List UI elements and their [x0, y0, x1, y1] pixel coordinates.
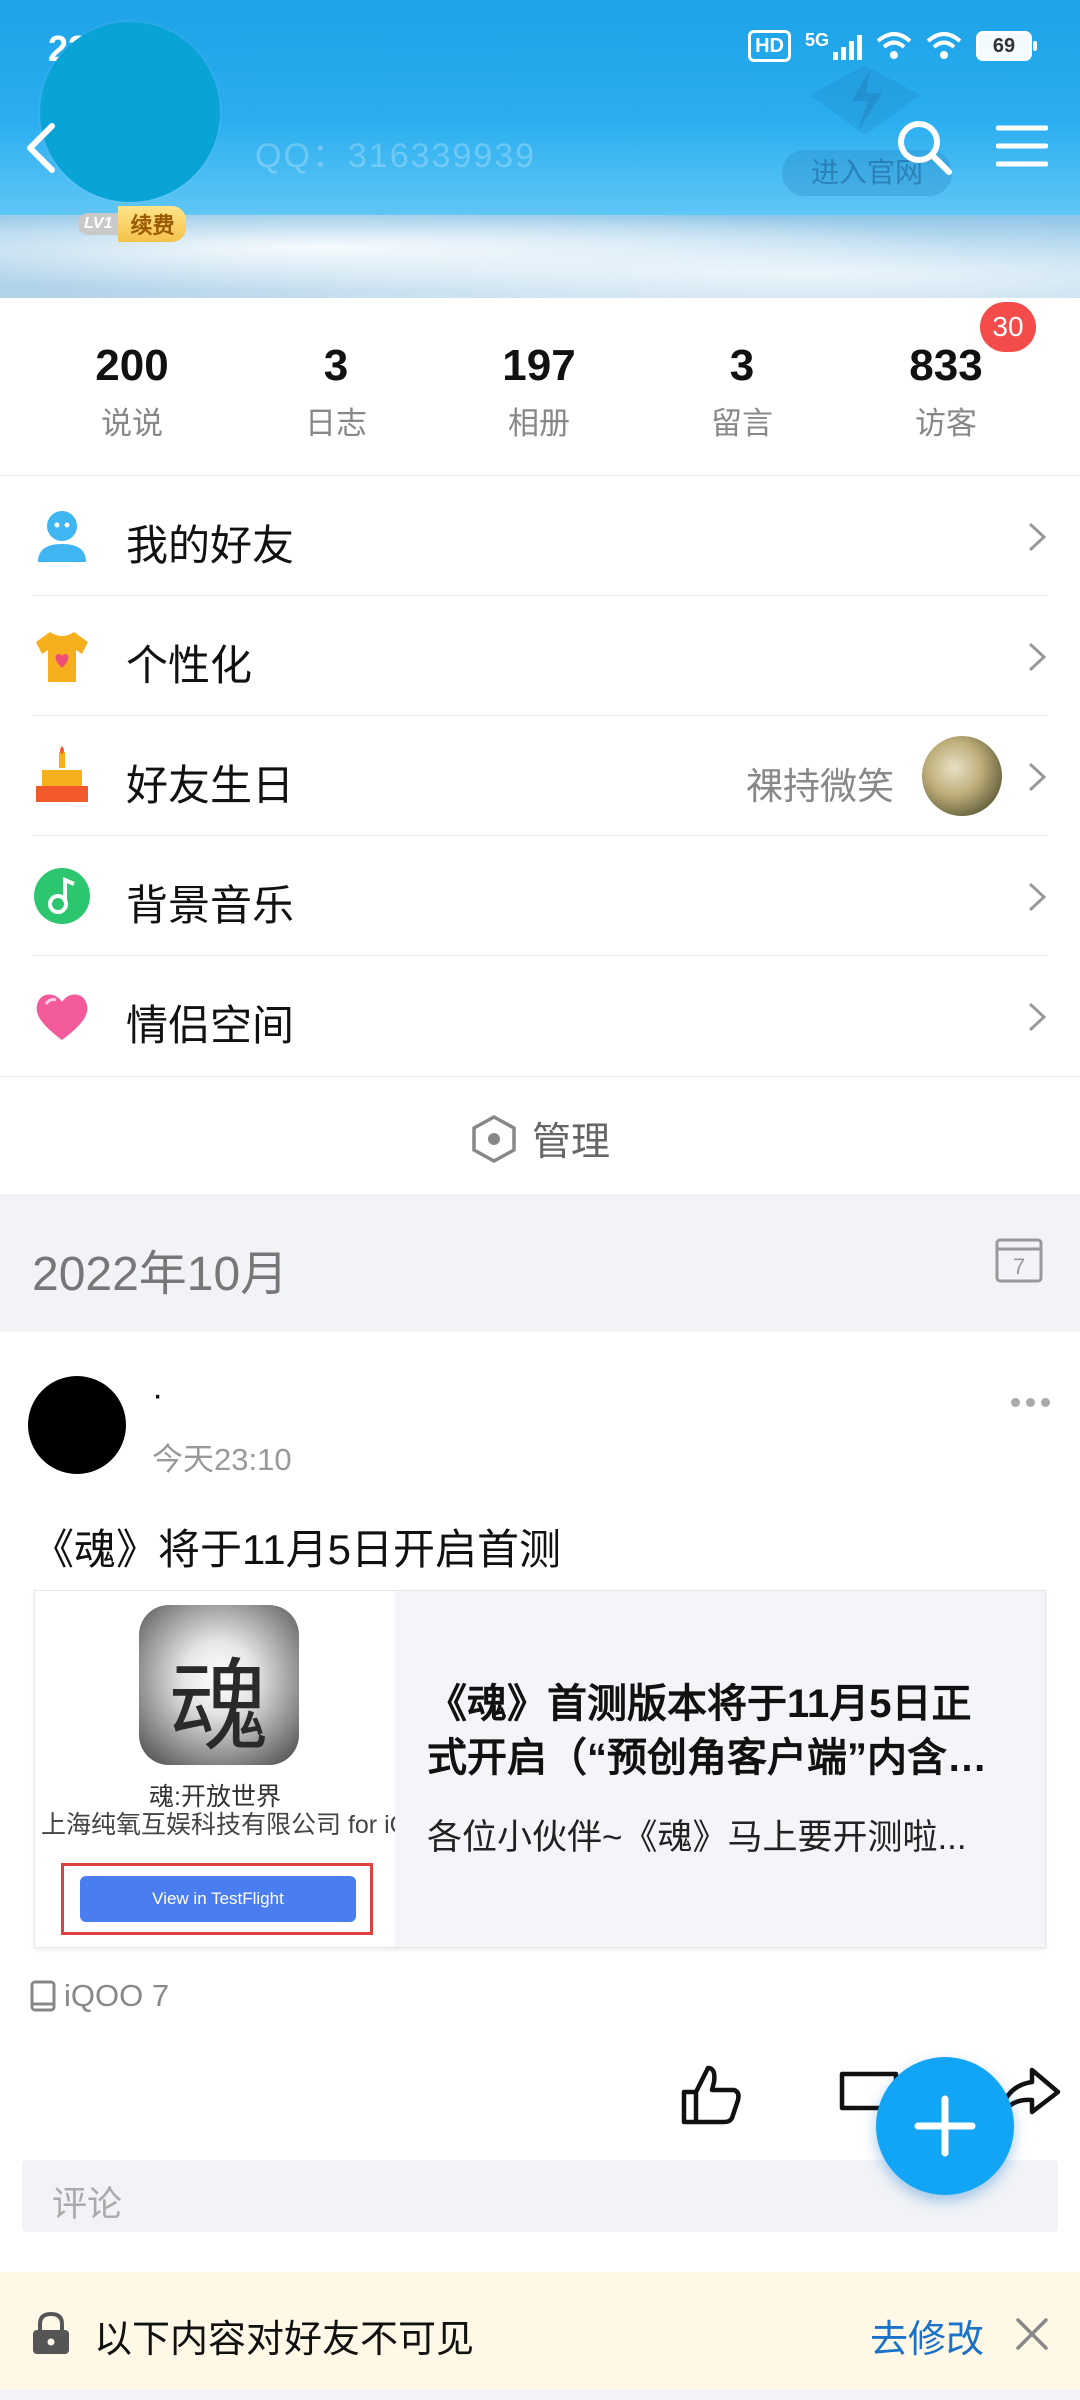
battery-icon: 69 [976, 31, 1037, 61]
app-icon-glyph: 魂 [169, 1648, 269, 1765]
close-icon[interactable] [1014, 2316, 1050, 2352]
card-title-line1: 《魂》首测版本将于11月5日正 [427, 1682, 972, 1726]
menu-item-music[interactable]: 背景音乐 [0, 836, 1080, 956]
menu-item-label: 情侣空间 [126, 1002, 295, 1049]
stat-label: 说说 [101, 406, 163, 441]
comment-placeholder: 评论 [52, 2185, 123, 2224]
network-label: 5G [804, 29, 829, 50]
author-name[interactable]: · [152, 1376, 163, 1415]
stat-label: 留言 [711, 406, 773, 441]
heart-icon [36, 994, 88, 1040]
more-options-icon[interactable] [1011, 1398, 1050, 1407]
friends-icon [38, 511, 86, 562]
stat-value: 3 [323, 341, 349, 390]
hd-icon: HD [748, 30, 791, 62]
calendar-icon[interactable]: 7 [994, 1234, 1044, 1284]
stats-bar: 200 说说 3 日志 197 相册 3 留言 833 访客 [0, 298, 1080, 476]
visitor-count-badge: 30 [980, 302, 1036, 352]
date-label: 2022年10月 [32, 1248, 289, 1301]
app-company: 上海纯氧互娱科技有限公司 for iOS [41, 1811, 395, 1839]
stat-value: 200 [95, 341, 169, 390]
bottom-strip [0, 2390, 1080, 2400]
stat-messages[interactable]: 3 留言 [652, 340, 832, 443]
device-name: iQOO 7 [64, 1978, 170, 2013]
post-text: 《魂》将于11月5日开启首测 [32, 1526, 561, 1573]
date-header: 2022年10月 7 [0, 1194, 1080, 1332]
profile-avatar[interactable] [40, 22, 220, 202]
menu-item-label: 我的好友 [126, 522, 295, 569]
card-thumbnail: 魂 魂:开放世界 上海纯氧互娱科技有限公司 for iOS View in Te… [35, 1591, 395, 1947]
post-time: 今天23:10 [152, 1442, 292, 1477]
manage-content: 管理 [470, 1111, 610, 1167]
notice-message: 以下内容对好友不可见 [94, 2319, 475, 2361]
testflight-highlight: View in TestFlight [61, 1863, 373, 1935]
menu-item-label: 个性化 [126, 642, 253, 689]
chevron-right-icon [1028, 882, 1047, 912]
like-icon[interactable] [678, 2062, 744, 2128]
menu-item-couple-space[interactable]: 情侣空间 [0, 956, 1080, 1076]
stat-visitors[interactable]: 833 访客 [856, 340, 1036, 443]
qq-number: QQ：316339939 [255, 137, 537, 175]
stat-posts[interactable]: 200 说说 [42, 340, 222, 443]
card-title: 《魂》首测版本将于11月5日正 式开启（“预创角客户端”内含… [427, 1677, 1017, 1785]
chevron-right-icon [1028, 1002, 1047, 1032]
search-icon[interactable] [895, 118, 953, 176]
level-badge[interactable]: LV1 续费 [78, 206, 187, 242]
stat-label: 相册 [508, 406, 570, 441]
stat-value: 3 [729, 341, 755, 390]
edit-visibility-link[interactable]: 去修改 [870, 2308, 984, 2363]
music-icon [34, 868, 90, 924]
birthday-friend-name: 祼持微笑 [746, 766, 894, 807]
menu-item-friends[interactable]: 我的好友 [0, 476, 1080, 596]
level-label: LV1 [78, 213, 119, 235]
device-info: iQOO 7 [30, 1978, 169, 2014]
tshirt-icon [36, 632, 88, 682]
author-avatar[interactable] [28, 1376, 126, 1474]
friend-avatar [922, 736, 1002, 816]
manage-button[interactable]: 管理 [0, 1076, 1080, 1194]
back-arrow-icon[interactable] [22, 120, 62, 176]
add-post-button[interactable] [876, 2057, 1014, 2195]
stat-value: 197 [502, 341, 576, 390]
stat-albums[interactable]: 197 相册 [449, 340, 629, 443]
chevron-right-icon [1028, 522, 1047, 552]
cake-icon [36, 746, 88, 802]
visibility-notice: 以下内容对好友不可见 去修改 [0, 2272, 1080, 2390]
menu-item-label: 好友生日 [126, 762, 295, 809]
hexagon-settings-icon [472, 1115, 516, 1163]
stat-label: 日志 [305, 406, 367, 441]
phone-icon [30, 1980, 56, 2012]
chevron-right-icon [1028, 642, 1047, 672]
chevron-right-icon [1028, 762, 1047, 792]
stat-label: 访客 [915, 406, 977, 441]
plus-icon [914, 2095, 976, 2157]
stat-blogs[interactable]: 3 日志 [246, 340, 426, 443]
app-icon: 魂 [139, 1605, 299, 1765]
menu-icon[interactable] [996, 124, 1048, 168]
shared-link-card[interactable]: 魂 魂:开放世界 上海纯氧互娱科技有限公司 for iOS View in Te… [34, 1590, 1046, 1948]
renew-badge: 续费 [118, 206, 187, 242]
menu-item-birthday[interactable]: 好友生日 祼持微笑 [0, 716, 1080, 836]
card-description: 各位小伙伴~《魂》马上要开测啦... [427, 1818, 967, 1857]
card-title-line2: 式开启（“预创角客户端”内含… [427, 1736, 987, 1780]
calendar-day: 7 [1013, 1254, 1025, 1279]
lock-icon [33, 2311, 69, 2354]
manage-label: 管理 [532, 1121, 611, 1164]
menu-item-personalize[interactable]: 个性化 [0, 596, 1080, 716]
menu-item-label: 背景音乐 [126, 882, 295, 929]
testflight-button: View in TestFlight [80, 1876, 356, 1922]
